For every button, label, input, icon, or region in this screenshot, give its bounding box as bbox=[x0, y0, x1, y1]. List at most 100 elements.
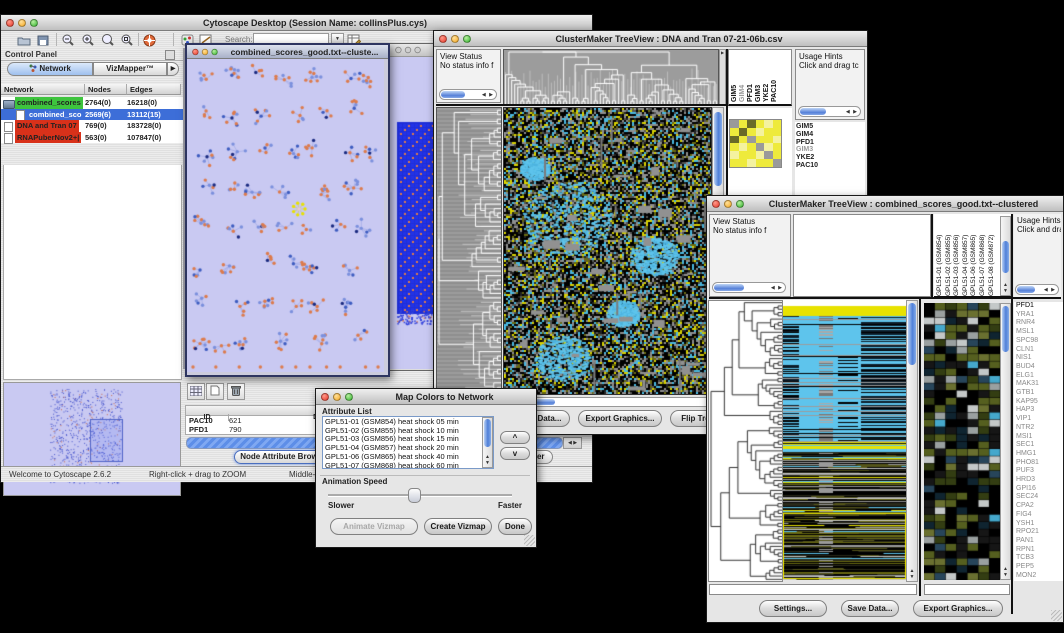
network-name[interactable]: RNAPuberNov2+| bbox=[15, 132, 81, 144]
network-tree-row[interactable]: DNA and Tran 07769(0)183728(0) bbox=[1, 120, 183, 132]
matrix-cell[interactable] bbox=[747, 143, 756, 151]
matrix-cell[interactable] bbox=[756, 120, 765, 128]
matrix-cell[interactable] bbox=[739, 120, 748, 128]
gene-label[interactable]: SEC1 bbox=[1016, 441, 1063, 450]
gene-label[interactable]: TCB3 bbox=[1016, 554, 1063, 563]
matrix-cell[interactable] bbox=[747, 128, 756, 136]
matrix-cell[interactable] bbox=[764, 128, 773, 136]
gene-label[interactable]: HAP3 bbox=[1016, 406, 1063, 415]
zoom-window-icon[interactable] bbox=[736, 200, 744, 208]
move-down-button[interactable]: v bbox=[500, 447, 530, 460]
matrix-cell[interactable] bbox=[747, 151, 756, 159]
matrix-cell[interactable] bbox=[739, 128, 748, 136]
create-vizmap-button[interactable]: Create Vizmap bbox=[424, 518, 492, 535]
gene-label[interactable]: NTR2 bbox=[1016, 424, 1063, 433]
heatmap-global-canvas[interactable] bbox=[783, 300, 906, 580]
matrix-row-label[interactable]: GIM3 bbox=[796, 146, 865, 154]
zoom-fit-icon[interactable] bbox=[118, 33, 135, 47]
close-icon[interactable] bbox=[395, 47, 401, 53]
view-status-h-scrollbar[interactable]: ◀ ▶ bbox=[439, 89, 497, 100]
delete-attribute-trash-icon[interactable] bbox=[227, 383, 245, 400]
matrix-cell[interactable] bbox=[756, 159, 765, 167]
window-controls[interactable] bbox=[712, 200, 744, 208]
minimize-icon[interactable] bbox=[202, 48, 208, 54]
main-titlebar[interactable]: Cytoscape Desktop (Session Name: collins… bbox=[1, 15, 592, 31]
window-controls[interactable] bbox=[439, 35, 471, 43]
matrix-cell[interactable] bbox=[773, 151, 782, 159]
column-labels-v-scrollbar[interactable]: ▲▼ bbox=[1000, 216, 1011, 296]
row-dendrogram-canvas[interactable] bbox=[708, 300, 783, 582]
matrix-cell[interactable] bbox=[773, 120, 782, 128]
bottom-scroll-strip-right[interactable] bbox=[924, 584, 1010, 595]
close-icon[interactable] bbox=[192, 48, 198, 54]
matrix-cell[interactable] bbox=[730, 151, 739, 159]
bottom-scroll-strip-left[interactable] bbox=[709, 584, 917, 595]
minimize-icon[interactable] bbox=[333, 393, 341, 401]
matrix-cell[interactable] bbox=[739, 143, 748, 151]
similarity-matrix[interactable] bbox=[729, 119, 782, 168]
gene-label[interactable]: ELG1 bbox=[1016, 372, 1063, 381]
move-up-button[interactable]: ^ bbox=[500, 431, 530, 444]
settings-button[interactable]: Settings... bbox=[759, 600, 827, 617]
column-label[interactable]: PFD1 bbox=[747, 50, 754, 102]
close-icon[interactable] bbox=[439, 35, 447, 43]
heatmap-v-scrollbar[interactable]: ▲▼ bbox=[906, 300, 918, 582]
table-grid-icon[interactable] bbox=[187, 383, 205, 400]
export-graphics-button[interactable]: Export Graphics... bbox=[913, 600, 1003, 617]
zoom-out-icon[interactable] bbox=[59, 33, 76, 47]
column-label[interactable]: GPL51-01 (GSM854) bbox=[936, 216, 945, 296]
matrix-row-label[interactable]: YKE2 bbox=[796, 154, 865, 162]
matrix-cell[interactable] bbox=[747, 136, 756, 144]
attribute-list[interactable]: GPL51-01 (GSM854) heat shock 05 minGPL51… bbox=[322, 416, 494, 469]
window-controls[interactable] bbox=[6, 19, 38, 27]
minimize-icon[interactable] bbox=[18, 19, 26, 27]
attribute-list-v-scrollbar[interactable]: ▲▼ bbox=[482, 417, 493, 468]
gene-label[interactable]: CPA2 bbox=[1016, 502, 1063, 511]
matrix-cell[interactable] bbox=[747, 159, 756, 167]
gene-label[interactable]: CLN1 bbox=[1016, 346, 1063, 355]
close-icon[interactable] bbox=[6, 19, 14, 27]
matrix-cell[interactable] bbox=[756, 151, 765, 159]
gene-label[interactable]: NIS1 bbox=[1016, 354, 1063, 363]
heatmap-zoom-canvas[interactable] bbox=[924, 303, 1000, 580]
matrix-cell[interactable] bbox=[730, 128, 739, 136]
matrix-cell[interactable] bbox=[773, 128, 782, 136]
tab-vizmapper[interactable]: VizMapper™ bbox=[93, 62, 167, 76]
zoom-in-icon[interactable] bbox=[79, 33, 96, 47]
tab-overflow-icon[interactable]: ▶ bbox=[167, 62, 179, 76]
gene-label[interactable]: BUD4 bbox=[1016, 363, 1063, 372]
minimize-icon[interactable] bbox=[451, 35, 459, 43]
gene-label[interactable]: MSL1 bbox=[1016, 328, 1063, 337]
matrix-cell[interactable] bbox=[764, 136, 773, 144]
resize-grip[interactable] bbox=[1051, 610, 1062, 621]
save-icon[interactable] bbox=[34, 33, 51, 47]
treeview1-titlebar[interactable]: ClusterMaker TreeView : DNA and Tran 07-… bbox=[434, 31, 867, 47]
zoom-window-icon[interactable] bbox=[345, 393, 353, 401]
heatmap-global-canvas[interactable] bbox=[503, 107, 712, 395]
zoom-window-icon[interactable] bbox=[211, 48, 217, 54]
gene-label[interactable]: RPN1 bbox=[1016, 546, 1063, 555]
network-canvas[interactable] bbox=[187, 59, 384, 372]
window-controls[interactable] bbox=[395, 47, 421, 53]
gene-label[interactable]: RPO21 bbox=[1016, 528, 1063, 537]
gene-label[interactable]: RNR4 bbox=[1016, 319, 1063, 328]
gene-label[interactable]: MSI1 bbox=[1016, 433, 1063, 442]
open-file-icon[interactable] bbox=[15, 33, 32, 47]
gene-label[interactable]: GTB1 bbox=[1016, 389, 1063, 398]
zoom-selected-icon[interactable] bbox=[99, 33, 116, 47]
matrix-row-label[interactable]: PAC10 bbox=[796, 162, 865, 170]
network-name[interactable]: DNA and Tran 07 bbox=[15, 120, 79, 132]
matrix-cell[interactable] bbox=[764, 120, 773, 128]
matrix-row-label[interactable]: GIM4 bbox=[796, 131, 865, 139]
save-data-button[interactable]: Save Data... bbox=[841, 600, 899, 617]
gene-label[interactable]: PEP5 bbox=[1016, 563, 1063, 572]
usage-hints-h-scrollbar[interactable]: ◀ ▶ bbox=[798, 106, 861, 117]
matrix-cell[interactable] bbox=[739, 136, 748, 144]
gene-label[interactable]: PFD1 bbox=[1016, 302, 1063, 311]
gene-label[interactable]: MAK31 bbox=[1016, 380, 1063, 389]
view-status-h-scrollbar[interactable]: ◀ ▶ bbox=[712, 282, 786, 293]
column-label[interactable]: GPL51-06 (GSM865) bbox=[970, 216, 979, 296]
float-panel-icon[interactable] bbox=[165, 50, 175, 60]
matrix-cell[interactable] bbox=[773, 136, 782, 144]
gene-label[interactable]: SEC24 bbox=[1016, 493, 1063, 502]
